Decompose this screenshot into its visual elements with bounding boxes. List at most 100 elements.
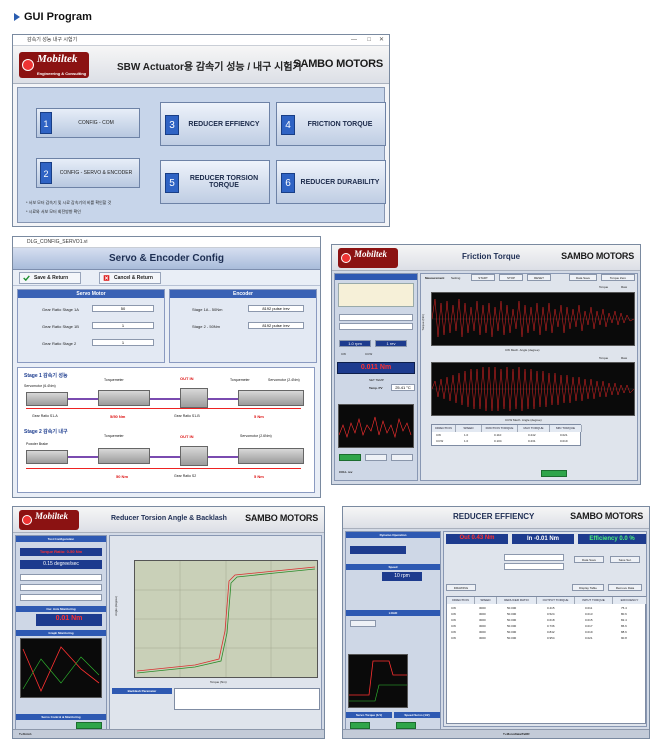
servo-on-indicator[interactable] xyxy=(396,722,416,729)
maximize-icon[interactable]: □ xyxy=(367,35,371,46)
gear-ratio-s1a-label: Gear Ratio S1-A xyxy=(32,414,58,418)
app-title: SBW Actuator용 감속기 성능 / 내구 시험기 xyxy=(117,62,302,73)
model-name-field[interactable] xyxy=(504,554,564,561)
start-button[interactable]: START xyxy=(471,274,495,281)
data-save-button[interactable]: Data Save xyxy=(569,274,597,281)
gear-ratio-2-field[interactable]: 1 xyxy=(92,339,154,346)
table-cell: 50.000 xyxy=(507,618,517,622)
reset-button[interactable]: RESET xyxy=(527,274,551,281)
torquemeter-label: Torquemeter xyxy=(104,434,124,438)
encoder-stage2-label: Stage 2 - 50Nm xyxy=(192,324,221,329)
reducer-durability-button[interactable]: 6 REDUCER DURABILITY xyxy=(276,160,386,204)
table-cell: 0.011 xyxy=(585,606,593,610)
model-no-field[interactable] xyxy=(504,563,564,570)
y-axis-label: Torque (Nm) xyxy=(421,314,425,331)
drawing-button[interactable]: DRAWING xyxy=(446,584,476,591)
gear-ratio-1a-field[interactable]: 50 xyxy=(92,305,154,312)
gear-ratio-1b-field[interactable]: 1 xyxy=(92,322,154,329)
table-cell: 82.4 xyxy=(621,618,627,622)
reducer-efficiency-button[interactable]: 3 REDUCER EFFIENCY xyxy=(160,102,270,146)
servo-on-indicator[interactable] xyxy=(350,722,370,729)
gear-ratio-s1b-label: Gear Ratio S1-B xyxy=(174,414,200,418)
servo-motor-section: Servo Motor Gear Ratio Stage 1A 50 Gear … xyxy=(17,289,165,363)
model-no-field[interactable] xyxy=(339,323,413,330)
config-toolbar: Save & Return Cancel & Return xyxy=(13,270,320,286)
config-field[interactable] xyxy=(20,594,102,601)
logo-mark-icon xyxy=(341,253,351,263)
remove-data-button[interactable]: Remove Data xyxy=(608,584,642,591)
table-cell: CW xyxy=(451,606,456,610)
reducer-efficiency-window: REDUCER EFFIENCY SAMBO MOTORS Dynamo Ope… xyxy=(342,506,650,739)
load-button[interactable] xyxy=(350,620,376,627)
data-save-button[interactable]: Data Save xyxy=(574,556,604,563)
speed-display[interactable]: 0.15 degree/sec xyxy=(20,560,102,569)
ccw-checkbox[interactable]: CCW xyxy=(365,352,372,356)
torque1-label: 5/50 Nm xyxy=(110,414,126,419)
table-cell: 0.013 xyxy=(585,612,593,616)
cw-torque-trace xyxy=(431,298,635,338)
model-name-field[interactable] xyxy=(339,314,413,321)
graph-monitor-trace xyxy=(22,646,100,692)
sample-reducer-unit xyxy=(180,388,208,408)
friction-title: Friction Torque xyxy=(462,252,521,261)
efficiency-title: REDUCER EFFIENCY xyxy=(453,512,535,521)
table-cell: 86.6 xyxy=(621,624,627,628)
minimize-icon[interactable]: — xyxy=(351,35,357,46)
save-return-button[interactable]: Save & Return xyxy=(19,272,81,284)
rev-field[interactable]: 1 rev xyxy=(375,340,407,347)
reducer-torsion-torque-button[interactable]: 5 REDUCER TORSION TORQUE xyxy=(160,160,270,204)
main-menu-panel: 1 CONFIG - COM 2 CONFIG - SERVO & ENCODE… xyxy=(17,87,386,223)
torque3-label: 50 Nm xyxy=(116,474,129,479)
torquemeter-unit xyxy=(98,390,150,406)
table-cell: 3000 xyxy=(479,636,486,640)
panel-header xyxy=(335,274,417,280)
logo-mark-icon xyxy=(22,59,34,71)
efficiency-control-panel: Dynamo Operation Speed 10 rpm LOAD Servo… xyxy=(345,531,441,735)
speed-display[interactable]: 10 rpm xyxy=(382,572,422,581)
close-icon[interactable]: ✕ xyxy=(379,35,384,46)
save-sel-button[interactable]: Save Sel. xyxy=(610,556,640,563)
torque-zero-button[interactable]: Torque Zero xyxy=(601,274,635,281)
display-table-button[interactable]: Display Table xyxy=(572,584,604,591)
table-cell: CW xyxy=(451,618,456,622)
config-titlebar: DLG_CONFIG_SERVO1.vi xyxy=(13,237,320,248)
main-menu-window: 감속기 성능 내구 시험기 — □ ✕ Mobiltek Engineering … xyxy=(12,34,390,227)
config-field[interactable] xyxy=(20,584,102,591)
graph-monitor-plot xyxy=(20,638,102,698)
status-label: COLL rev xyxy=(339,470,353,474)
torsion-trace xyxy=(135,561,317,677)
torsion-y-axis-label: Angle (degree) xyxy=(114,596,118,616)
start-indicator[interactable] xyxy=(339,454,361,461)
tab-measurement[interactable]: Measurement xyxy=(425,276,444,280)
speed-field[interactable]: 1.0 rpm xyxy=(339,340,371,347)
out-in-label: OUT IN xyxy=(180,434,194,439)
friction-graph-panel: Measurement Setting START STOP RESET Dat… xyxy=(420,273,638,481)
temp-pv-field: 25.41 °C xyxy=(391,384,415,391)
config-field[interactable] xyxy=(20,574,102,581)
legend-torque: Torque xyxy=(599,356,609,360)
option-button[interactable] xyxy=(391,454,413,461)
servomotor-unit xyxy=(26,392,68,406)
red-guide-line xyxy=(26,468,301,469)
cancel-return-button[interactable]: Cancel & Return xyxy=(99,272,161,284)
config-com-button[interactable]: 1 CONFIG - COM xyxy=(36,108,140,138)
encoder-stage2-field[interactable]: 8192 pulse /rev xyxy=(248,322,304,329)
servo-on-indicator[interactable] xyxy=(76,722,102,729)
cw-checkbox[interactable]: CW xyxy=(341,352,346,356)
sambo-logo: SAMBO MOTORS xyxy=(570,511,643,521)
shaft xyxy=(150,398,180,400)
table-cell: 0.415 xyxy=(547,606,555,610)
encoder-stage1a-label: Stage 1A - 50Nm xyxy=(192,307,223,312)
option-button[interactable] xyxy=(365,454,387,461)
encoder-stage1a-field[interactable]: 8192 pulse /rev xyxy=(248,305,304,312)
torsion-plot xyxy=(134,560,318,678)
stop-button[interactable]: STOP xyxy=(499,274,523,281)
torsion-banner: Mobiltek Reducer Torsion Angle & Backlas… xyxy=(13,507,324,533)
table-cell: 3000 xyxy=(479,618,486,622)
config-servo-encoder-button[interactable]: 2 CONFIG - SERVO & ENCODER xyxy=(36,158,140,188)
table-cell: 88.6 xyxy=(621,630,627,634)
table-cell: 50.000 xyxy=(507,612,517,616)
out-torque-display: Out 0.43 Nm xyxy=(446,534,508,544)
friction-torque-button[interactable]: 4 FRICTION TORQUE xyxy=(276,102,386,146)
tab-setting[interactable]: Setting xyxy=(451,276,460,280)
